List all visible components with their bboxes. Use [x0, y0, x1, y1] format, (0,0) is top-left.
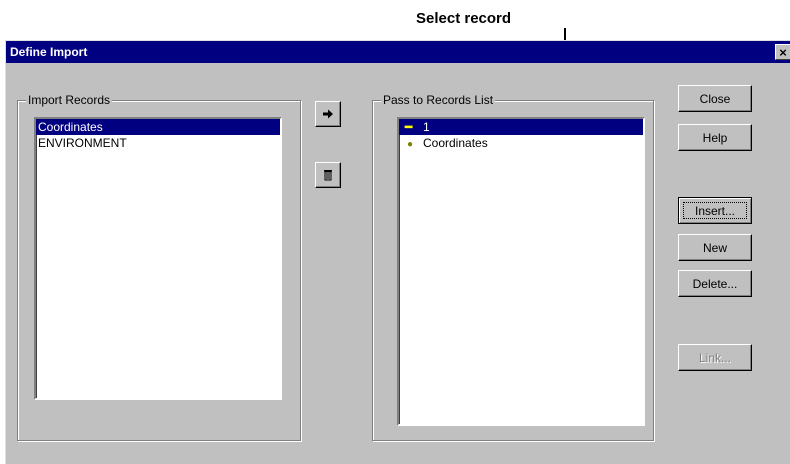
define-import-dialog: Define Import × Import Records Coordinat…: [5, 40, 790, 464]
import-records-group-title: Import Records: [26, 93, 113, 107]
tree-item-field[interactable]: ● Coordinates: [399, 135, 643, 151]
new-button-label: New: [702, 241, 727, 255]
help-button[interactable]: Help: [678, 124, 752, 151]
remove-from-pass-list-button[interactable]: [315, 162, 341, 188]
insert-button[interactable]: Insert...: [678, 197, 752, 224]
insert-button-label: Insert...: [694, 204, 735, 218]
list-item[interactable]: Coordinates: [36, 119, 280, 135]
close-window-button[interactable]: ×: [775, 44, 790, 60]
titlebar: Define Import ×: [6, 41, 790, 63]
list-item-label: ENVIRONMENT: [38, 136, 127, 150]
close-button[interactable]: Close: [678, 85, 752, 112]
pass-to-records-group: Pass to Records List ━ 1 ● Coordinates: [372, 93, 654, 441]
right-arrow-icon: [323, 109, 333, 119]
delete-button-label: Delete...: [692, 277, 738, 291]
dialog-title: Define Import: [10, 45, 88, 59]
pass-to-records-tree[interactable]: ━ 1 ● Coordinates: [397, 117, 645, 426]
import-records-list[interactable]: Coordinates ENVIRONMENT: [34, 117, 282, 400]
list-item-label: Coordinates: [38, 120, 103, 134]
trash-icon: [324, 170, 332, 181]
select-record-callout: Select record: [416, 10, 512, 27]
delete-button[interactable]: Delete...: [678, 270, 752, 297]
close-button-label: Close: [699, 92, 731, 106]
tree-item-label: 1: [423, 120, 430, 134]
link-button-label: Link...: [698, 351, 731, 365]
minus-icon[interactable]: ━: [405, 119, 423, 135]
help-button-label: Help: [702, 131, 728, 145]
link-button: Link...: [678, 344, 752, 371]
tree-item-label: Coordinates: [423, 136, 488, 150]
bullet-icon: ●: [407, 139, 414, 150]
pass-to-records-group-title: Pass to Records List: [381, 93, 496, 107]
add-to-pass-list-button[interactable]: [315, 101, 341, 127]
import-records-group: Import Records Coordinates ENVIRONMENT: [17, 93, 301, 441]
list-item[interactable]: ENVIRONMENT: [36, 135, 280, 151]
tree-item-record[interactable]: ━ 1: [399, 119, 643, 135]
new-button[interactable]: New: [678, 234, 752, 261]
